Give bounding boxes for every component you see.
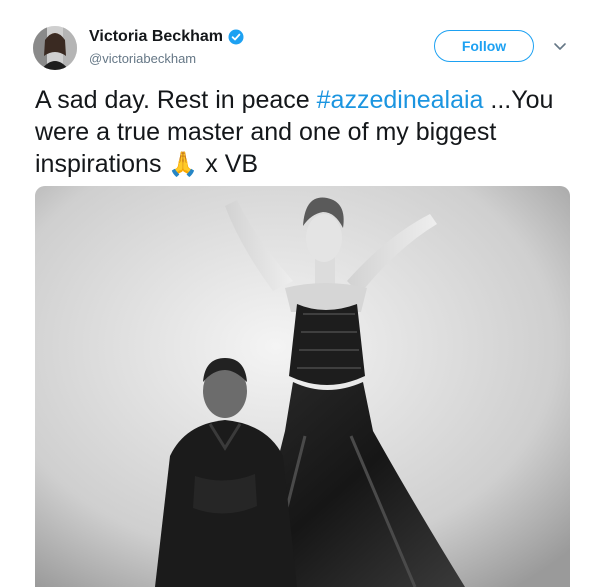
tweet-text: A sad day. Rest in peace #azzedinealaia … <box>35 84 575 180</box>
folded-hands-emoji: 🙏 <box>168 150 199 178</box>
hashtag-link[interactable]: #azzedinealaia <box>317 86 484 114</box>
tweet-signoff: x VB <box>198 150 259 178</box>
author-handle[interactable]: @victoriabeckham <box>89 51 196 66</box>
tweet-photo[interactable] <box>35 186 570 587</box>
tweet-text-start: A sad day. Rest in peace <box>35 86 317 114</box>
verified-badge-icon <box>228 29 244 45</box>
chevron-down-icon[interactable] <box>552 38 568 54</box>
avatar[interactable] <box>33 26 77 70</box>
author-name[interactable]: Victoria Beckham <box>89 28 244 46</box>
author-name-text[interactable]: Victoria Beckham <box>89 28 223 46</box>
follow-button[interactable]: Follow <box>434 30 534 62</box>
tweet-header: Victoria Beckham @victoriabeckham Follow <box>0 0 600 80</box>
